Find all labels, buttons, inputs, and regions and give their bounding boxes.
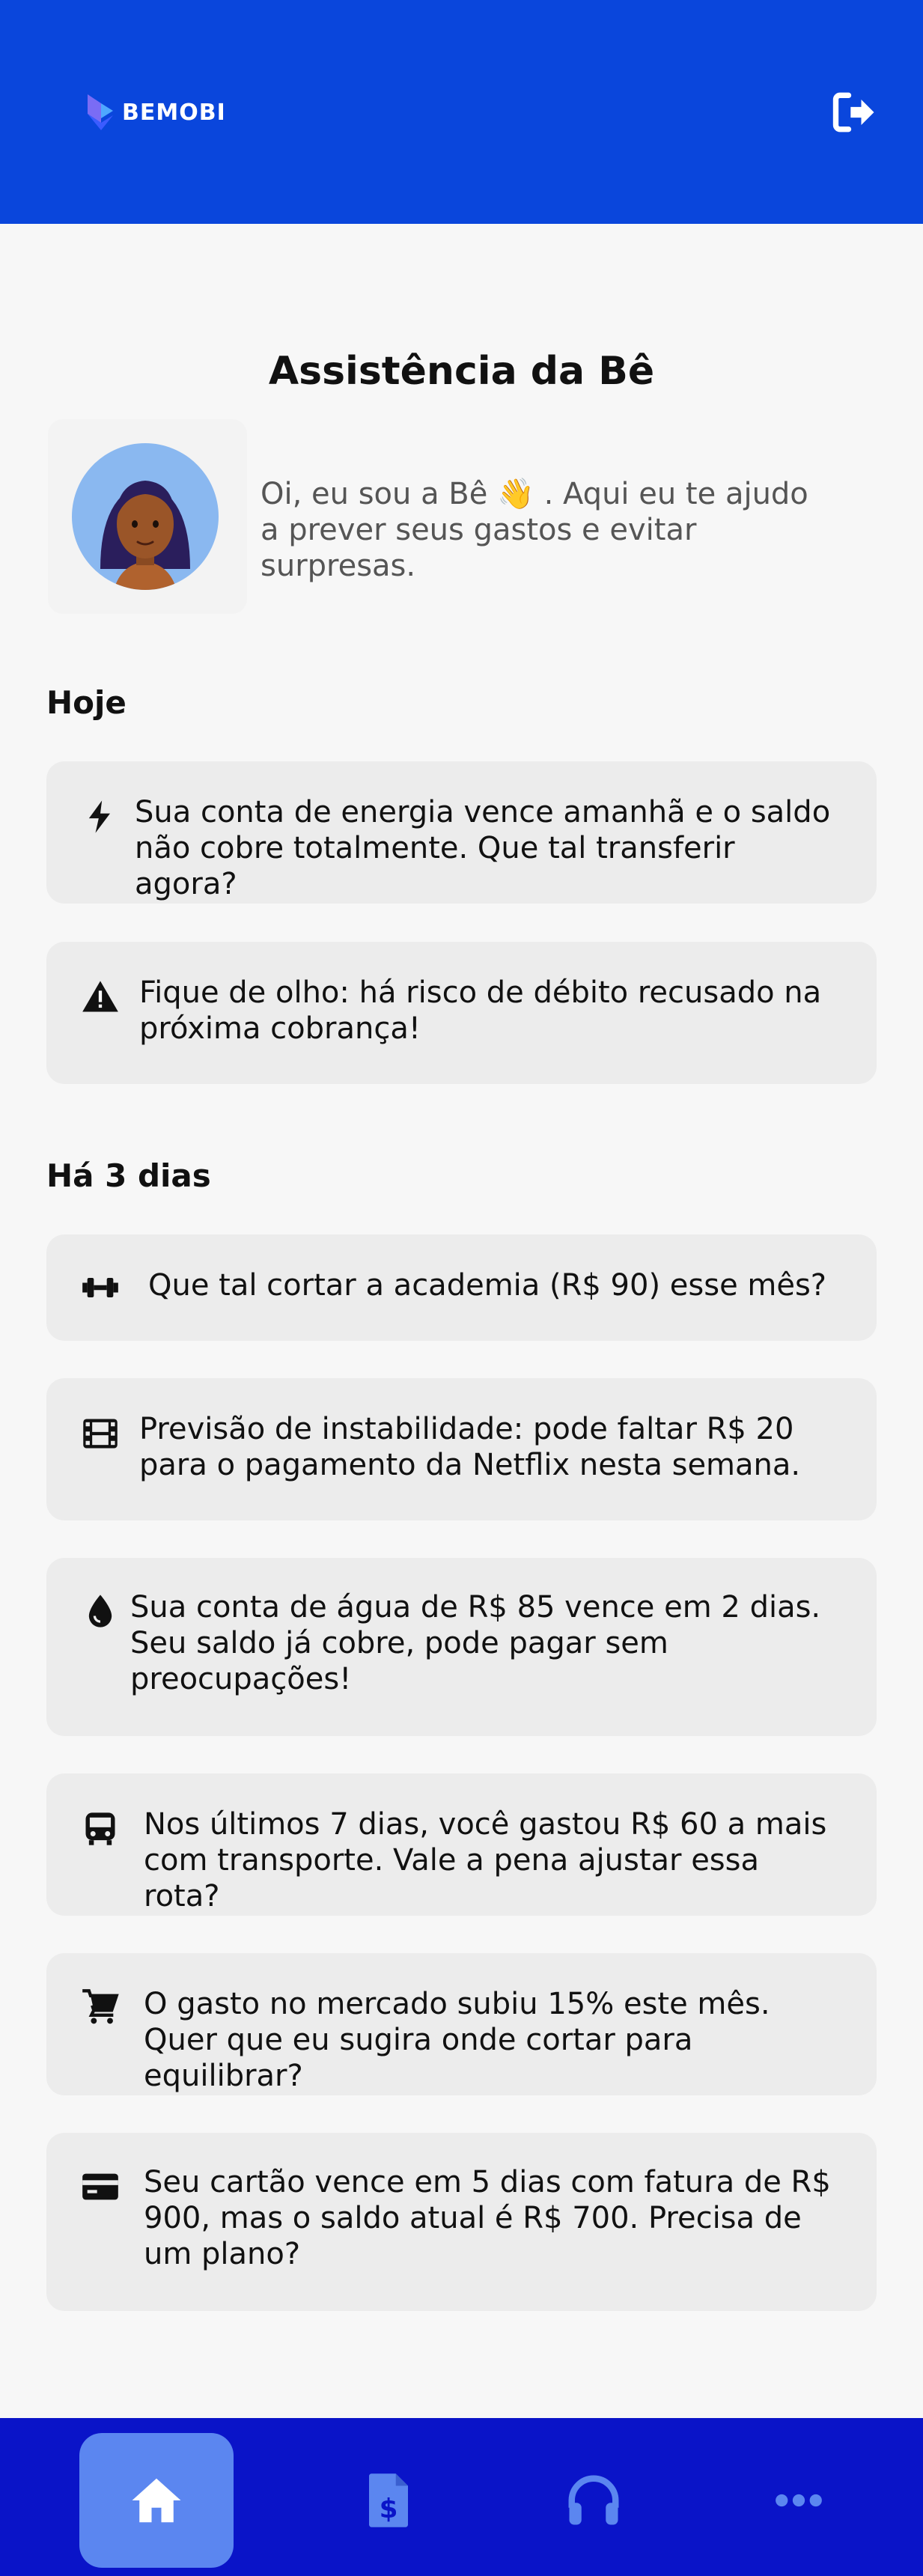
logout-button[interactable]	[829, 87, 880, 138]
tip-text: Previsão de instabilidade: pode faltar R…	[139, 1412, 801, 1482]
assistant-intro-text: Oi, eu sou a Bê 👋 . Aqui eu te ajudo a p…	[261, 477, 808, 583]
tip-text: O gasto no mercado subiu 15% este mês. Q…	[144, 1987, 770, 2093]
logout-icon	[832, 92, 874, 133]
tip-card-energy[interactable]: Sua conta de energia vence amanhã e o sa…	[46, 761, 877, 904]
bottom-navigation: $	[0, 2418, 923, 2576]
nav-more[interactable]	[722, 2433, 876, 2568]
tip-text: Fique de olho: há risco de débito recusa…	[139, 975, 822, 1046]
bemobi-logo-icon	[88, 94, 113, 130]
tip-text: Seu cartão vence em 5 dias com fatura de…	[144, 2165, 831, 2271]
assistant-avatar	[72, 443, 219, 590]
tip-card-grocery[interactable]: O gasto no mercado subiu 15% este mês. Q…	[46, 1953, 877, 2095]
tip-card-water[interactable]: Sua conta de água de R$ 85 vence em 2 di…	[46, 1558, 877, 1736]
warning-icon	[81, 978, 120, 1017]
brand-name: BEMOBI	[122, 99, 226, 126]
nav-support[interactable]	[517, 2433, 671, 2568]
section-title-today: Hoje	[46, 684, 127, 721]
tip-text: Sua conta de água de R$ 85 vence em 2 di…	[130, 1590, 821, 1696]
headphones-icon	[568, 2475, 619, 2525]
tip-card-credit-card[interactable]: Seu cartão vence em 5 dias com fatura de…	[46, 2133, 877, 2311]
tip-card-gym[interactable]: Que tal cortar a academia (R$ 90) esse m…	[46, 1234, 877, 1341]
tip-text: Que tal cortar a academia (R$ 90) esse m…	[148, 1268, 827, 1303]
page-title: Assistência da Bê	[268, 349, 655, 394]
tip-card-transport[interactable]: Nos últimos 7 dias, você gastou R$ 60 a …	[46, 1773, 877, 1916]
tip-card-debit-risk[interactable]: Fique de olho: há risco de débito recusa…	[46, 942, 877, 1084]
nav-home[interactable]	[79, 2433, 234, 2568]
tip-text: Sua conta de energia vence amanhã e o sa…	[135, 795, 831, 901]
cart-icon	[81, 1988, 120, 2027]
film-icon	[81, 1414, 120, 1453]
section-title-3-days-ago: Há 3 dias	[46, 1157, 211, 1194]
more-icon	[776, 2494, 822, 2507]
tip-card-netflix[interactable]: Previsão de instabilidade: pode faltar R…	[46, 1378, 877, 1520]
lightning-icon	[81, 797, 120, 836]
bus-icon	[81, 1809, 120, 1848]
invoice-icon: $	[369, 2473, 408, 2527]
dumbbell-icon	[81, 1268, 120, 1307]
nav-invoices[interactable]: $	[311, 2433, 466, 2568]
water-drop-icon	[81, 1592, 120, 1630]
svg-text:$: $	[380, 2494, 398, 2524]
home-icon	[132, 2478, 181, 2523]
app-header: BEMOBI	[0, 0, 923, 224]
credit-card-icon	[81, 2167, 120, 2206]
brand-logo[interactable]: BEMOBI	[86, 91, 226, 133]
tip-text: Nos últimos 7 dias, você gastou R$ 60 a …	[144, 1807, 827, 1913]
